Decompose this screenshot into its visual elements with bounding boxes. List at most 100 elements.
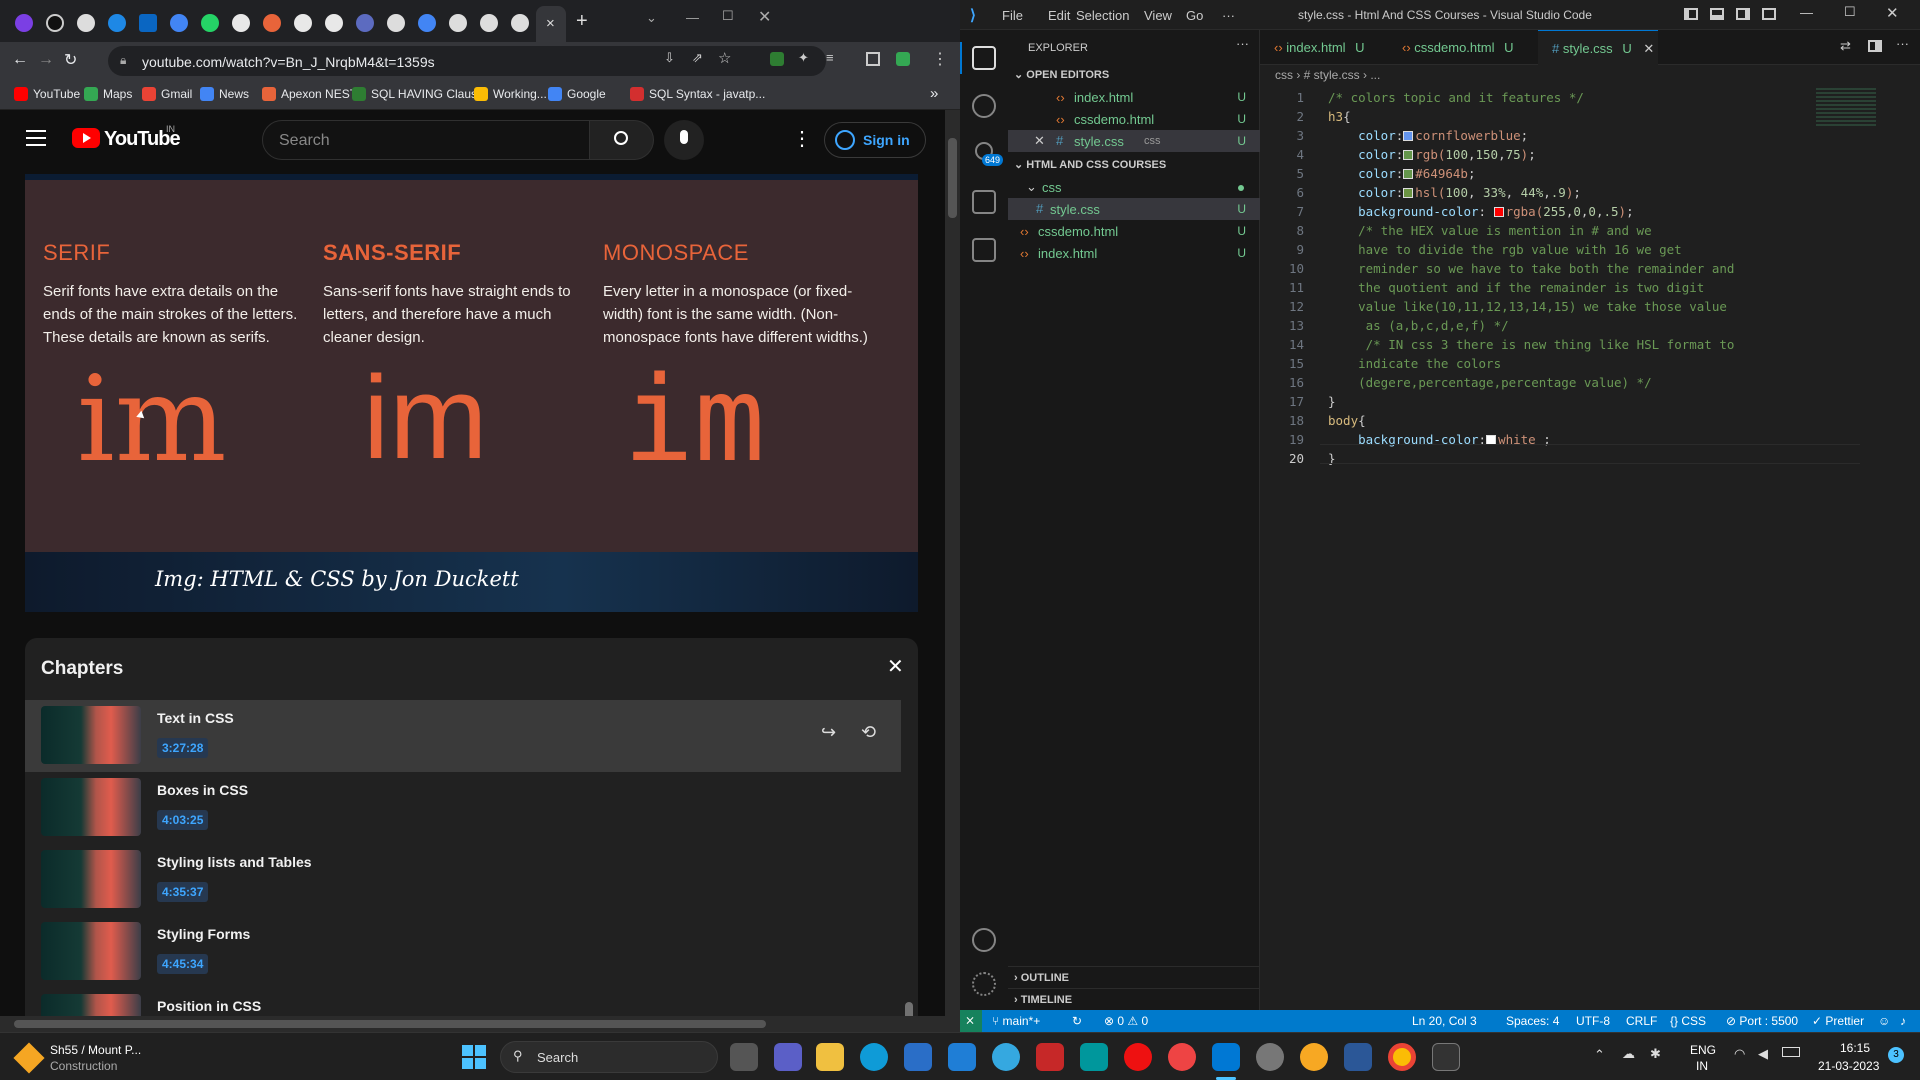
cursor-position[interactable]: Ln 20, Col 3 [1412, 1014, 1477, 1028]
help-icon[interactable] [992, 1043, 1020, 1071]
chrome-red-icon[interactable] [1168, 1043, 1196, 1071]
chapter-time[interactable]: 4:35:37 [157, 882, 209, 902]
code-line[interactable]: } [1328, 394, 1336, 409]
media-icon[interactable]: ≡ [826, 50, 834, 65]
bookmark-item[interactable]: YouTube [14, 87, 80, 101]
close-icon[interactable]: ✕ [1034, 133, 1045, 149]
menu-view[interactable]: View [1144, 8, 1172, 23]
bookmark-item[interactable]: Working... [474, 87, 547, 101]
search-button[interactable] [590, 120, 654, 160]
maximize-icon[interactable]: ☐ [1844, 4, 1856, 20]
menu-more[interactable]: ··· [1222, 8, 1235, 23]
chapter-item[interactable]: Boxes in CSS 4:03:25 [25, 772, 901, 844]
project-header[interactable]: ⌄ HTML AND CSS COURSES [1014, 158, 1166, 171]
scroll-thumb[interactable] [948, 138, 957, 218]
chevron-up-icon[interactable]: ⌃ [1594, 1047, 1605, 1063]
google-tab-icon[interactable] [418, 14, 436, 32]
more-options-icon[interactable]: ⋮ [792, 126, 812, 151]
code-line[interactable]: color: #64964b; [1328, 166, 1475, 181]
color-swatch-icon[interactable] [1403, 131, 1414, 141]
clock-date[interactable]: 21-03-2023 [1818, 1059, 1879, 1073]
bookmark-item[interactable]: Google [548, 87, 606, 101]
outline-header[interactable]: › OUTLINE [1014, 972, 1069, 984]
code-line[interactable]: color: cornflowerblue; [1328, 128, 1528, 143]
chapter-time[interactable]: 4:45:34 [157, 954, 209, 974]
back-icon[interactable]: ← [12, 51, 28, 69]
remote-indicator[interactable]: ⨯ [960, 1010, 982, 1032]
menu-icon[interactable]: ⋮ [932, 49, 948, 69]
terminal-icon[interactable] [1432, 1043, 1460, 1071]
maximize-icon[interactable]: ☐ [722, 8, 734, 24]
store-icon[interactable] [904, 1043, 932, 1071]
taskbar-search[interactable]: ⚲ Search [500, 1041, 718, 1073]
file-item[interactable]: ‹› index.html U [1008, 242, 1260, 264]
color-swatch-icon[interactable] [1403, 188, 1414, 198]
profile-icon[interactable] [896, 52, 910, 66]
start-button[interactable] [462, 1045, 486, 1069]
cloud-icon[interactable]: ☁ [1622, 1046, 1635, 1062]
github-tab-icon[interactable] [325, 14, 343, 32]
color-swatch-icon[interactable] [1403, 169, 1414, 179]
more-icon[interactable]: ··· [1236, 36, 1249, 51]
run-debug-icon[interactable] [972, 190, 996, 214]
code-line[interactable]: the quotient and if the remainder is two… [1328, 280, 1704, 295]
share-icon[interactable]: ↪ [821, 722, 836, 743]
sign-in-button[interactable]: Sign in [824, 122, 926, 158]
tab-favicon-1[interactable] [15, 14, 33, 32]
code-line[interactable]: background-color: rgba(255,0,0,.5); [1328, 204, 1633, 219]
linkedin-tab-icon[interactable] [139, 14, 157, 32]
clock-time[interactable]: 16:15 [1840, 1041, 1870, 1055]
close-icon[interactable]: ✕ [1886, 4, 1899, 22]
vscode-icon[interactable] [1212, 1043, 1240, 1071]
encoding[interactable]: UTF-8 [1576, 1014, 1610, 1028]
sync-icon[interactable]: ↻ [1072, 1014, 1082, 1028]
repeat-icon[interactable]: ⟲ [861, 722, 876, 743]
file-item[interactable]: ‹› cssdemo.html U [1008, 220, 1260, 242]
file-explorer-icon[interactable] [816, 1043, 844, 1071]
word-icon[interactable] [1344, 1043, 1372, 1071]
problems-status[interactable]: ⊗ 0 ⚠ 0 [1104, 1014, 1148, 1028]
file-item-selected[interactable]: # style.css U [1008, 198, 1260, 220]
compare-icon[interactable]: ⇄ [1840, 38, 1851, 54]
bookmark-item[interactable]: Maps [84, 87, 132, 101]
feedback-icon[interactable]: ☺ [1878, 1014, 1890, 1028]
branch-status[interactable]: ⑂ main*+ [992, 1014, 1040, 1028]
teams-icon[interactable] [774, 1043, 802, 1071]
tab-style-css[interactable]: # style.css U ✕ [1538, 30, 1658, 65]
lock-icon[interactable]: 🔒︎ [120, 53, 126, 68]
hamburger-icon[interactable] [26, 130, 46, 146]
bookmark-item[interactable]: SQL Syntax - javatp... [630, 87, 765, 101]
url-text[interactable]: youtube.com/watch?v=Bn_J_NrqbM4&t=1359s [142, 54, 435, 70]
bookmark-item[interactable]: SQL HAVING Clause [352, 87, 484, 101]
account-icon[interactable] [972, 928, 996, 952]
github-tab-icon[interactable] [232, 14, 250, 32]
layout-icon[interactable] [1762, 8, 1776, 20]
open-editors-header[interactable]: ⌄ OPEN EDITORS [1014, 68, 1109, 81]
timeline-header[interactable]: › TIMELINE [1014, 994, 1072, 1006]
split-editor-icon[interactable] [1868, 40, 1882, 52]
tab-favicon[interactable] [480, 14, 498, 32]
chapter-time[interactable]: 4:03:25 [157, 810, 209, 830]
bookmark-item[interactable]: Gmail [142, 87, 192, 101]
code-line[interactable]: value like(10,11,12,13,14,15) we take th… [1328, 299, 1727, 314]
more-bookmarks-icon[interactable]: » [930, 85, 938, 102]
line-ending[interactable]: CRLF [1626, 1014, 1657, 1028]
chapter-time[interactable]: 3:27:28 [157, 738, 209, 758]
page-scrollbar[interactable] [945, 110, 960, 1032]
indentation[interactable]: Spaces: 4 [1506, 1014, 1559, 1028]
code-line[interactable]: (degere,percentage,percentage value) */ [1328, 375, 1652, 390]
close-icon[interactable]: ✕ [758, 7, 771, 27]
live-server-port[interactable]: ⊘ Port : 5500 [1726, 1014, 1798, 1028]
share-icon[interactable]: ⇗ [692, 50, 703, 66]
explorer-icon[interactable] [972, 46, 996, 70]
minimize-icon[interactable]: — [686, 10, 699, 25]
search-input[interactable]: Search [262, 120, 590, 160]
language-indicator[interactable]: ENG [1690, 1043, 1716, 1057]
tab-favicon-3[interactable] [77, 14, 95, 32]
extension-icon[interactable] [770, 52, 784, 66]
tab-cssdemo-html[interactable]: ‹› cssdemo.html U [1388, 30, 1538, 65]
code-line[interactable]: indicate the colors [1328, 356, 1501, 371]
chapter-item[interactable]: Styling lists and Tables 4:35:37 [25, 844, 901, 916]
tab-favicon[interactable] [387, 14, 405, 32]
toggle-sidebar-icon[interactable] [1684, 8, 1698, 20]
